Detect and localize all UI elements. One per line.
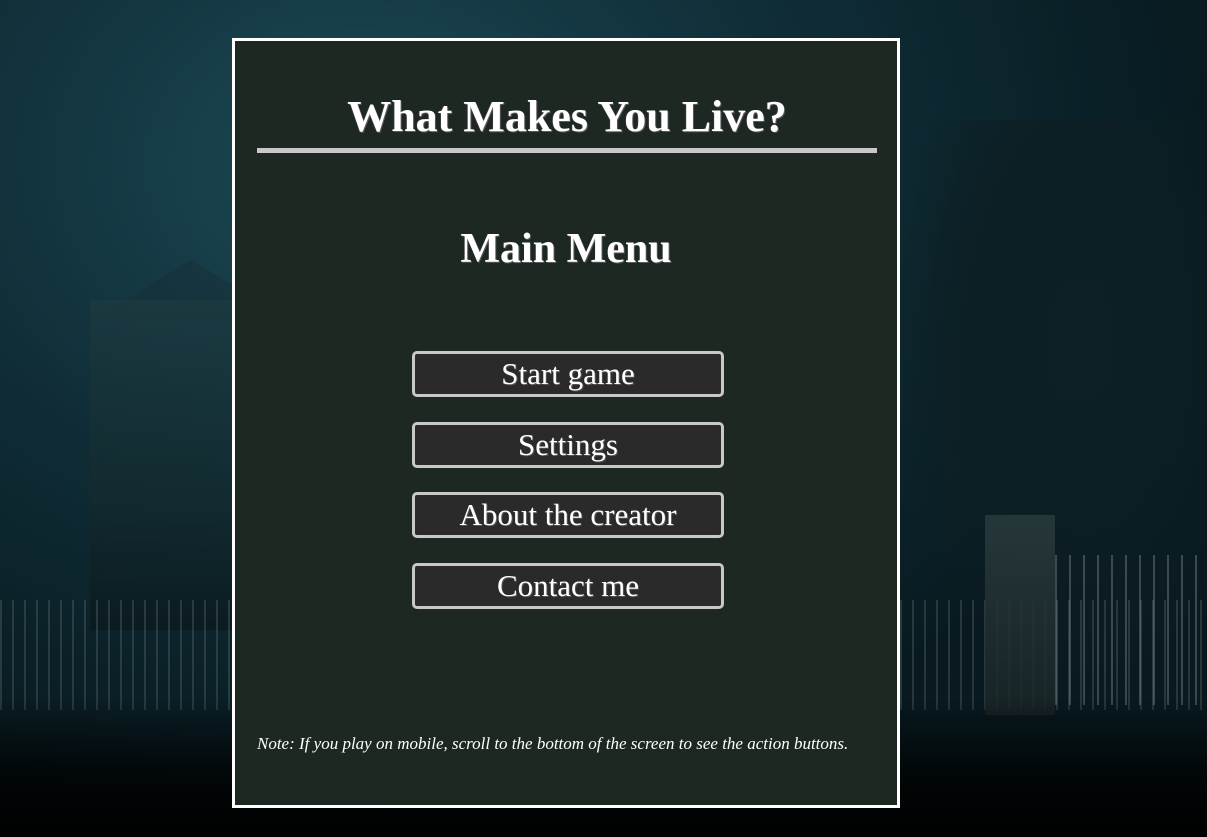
main-menu: Start game Settings About the creator Co… (412, 351, 724, 633)
contact-me-button[interactable]: Contact me (412, 562, 724, 609)
main-menu-heading: Main Menu (460, 226, 672, 272)
background-gate-pillar (985, 515, 1055, 715)
mobile-note: Note: If you play on mobile, scroll to t… (257, 734, 849, 753)
settings-button[interactable]: Settings (412, 421, 724, 468)
title-divider (257, 148, 877, 153)
game-title: What Makes You Live? (347, 92, 787, 141)
game-panel: What Makes You Live? Main Menu Start gam… (232, 38, 900, 808)
start-game-button[interactable]: Start game (412, 351, 724, 397)
background-trees (897, 120, 1207, 680)
background-fence-right (1055, 555, 1207, 705)
about-creator-button[interactable]: About the creator (412, 492, 724, 538)
